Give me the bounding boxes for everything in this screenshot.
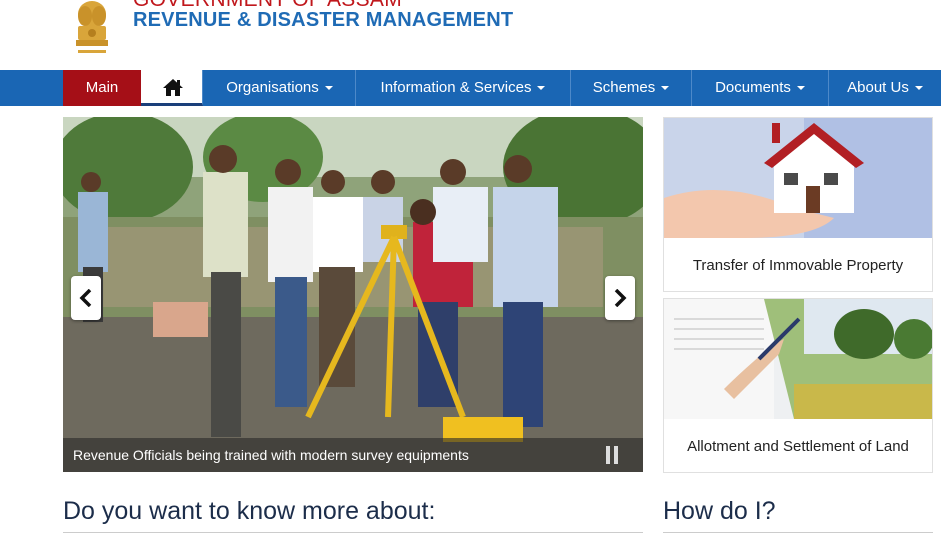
caret-down-icon [661,86,670,91]
national-emblem-icon[interactable] [70,0,114,62]
nav-organisations[interactable]: Organisations [204,70,356,106]
caret-down-icon [914,86,923,91]
divider [63,532,643,533]
card-allotment-land[interactable]: Allotment and Settlement of Land [663,298,933,473]
pause-bar [614,446,618,464]
carousel-prev-button[interactable] [71,276,101,320]
image-carousel[interactable]: Revenue Officials being trained with mod… [63,117,643,472]
nav-about-us-label: About Us [847,79,909,96]
nav-schemes-label: Schemes [592,79,656,96]
chevron-left-icon [79,289,92,307]
caret-down-icon [324,86,333,91]
carousel-caption: Revenue Officials being trained with mod… [63,438,643,472]
home-icon [163,79,183,96]
nav-information-services-label: Information & Services [380,79,532,96]
nav-organisations-label: Organisations [226,79,319,96]
caret-down-icon [796,86,805,91]
nav-home[interactable] [141,70,203,106]
how-do-i-heading: How do I? [663,497,776,525]
card-transfer-property[interactable]: Transfer of Immovable Property [663,117,933,292]
nav-main[interactable]: Main [63,70,141,106]
site-header: GOVERNMENT OF ASSAM REVENUE & DISASTER M… [0,0,941,70]
nav-information-services[interactable]: Information & Services [356,70,571,106]
carousel-next-button[interactable] [605,276,635,320]
land-document-image [664,299,932,419]
chevron-right-icon [614,289,627,307]
house-in-hand-image [664,118,932,238]
nav-about-us[interactable]: About Us [829,70,941,106]
nav-schemes[interactable]: Schemes [571,70,692,106]
card-transfer-property-label: Transfer of Immovable Property [692,257,904,274]
carousel-slide-image [63,117,643,472]
nav-documents[interactable]: Documents [692,70,829,106]
nav-documents-label: Documents [715,79,791,96]
pause-icon[interactable] [606,446,620,464]
department-title[interactable]: REVENUE & DISASTER MANAGEMENT [133,9,513,32]
main-navigation: Main Organisations Information & Service… [0,70,941,106]
know-more-heading: Do you want to know more about: [63,497,436,525]
pause-bar [606,446,610,464]
card-allotment-land-label: Allotment and Settlement of Land [687,438,909,455]
divider [663,532,933,533]
caret-down-icon [537,86,546,91]
